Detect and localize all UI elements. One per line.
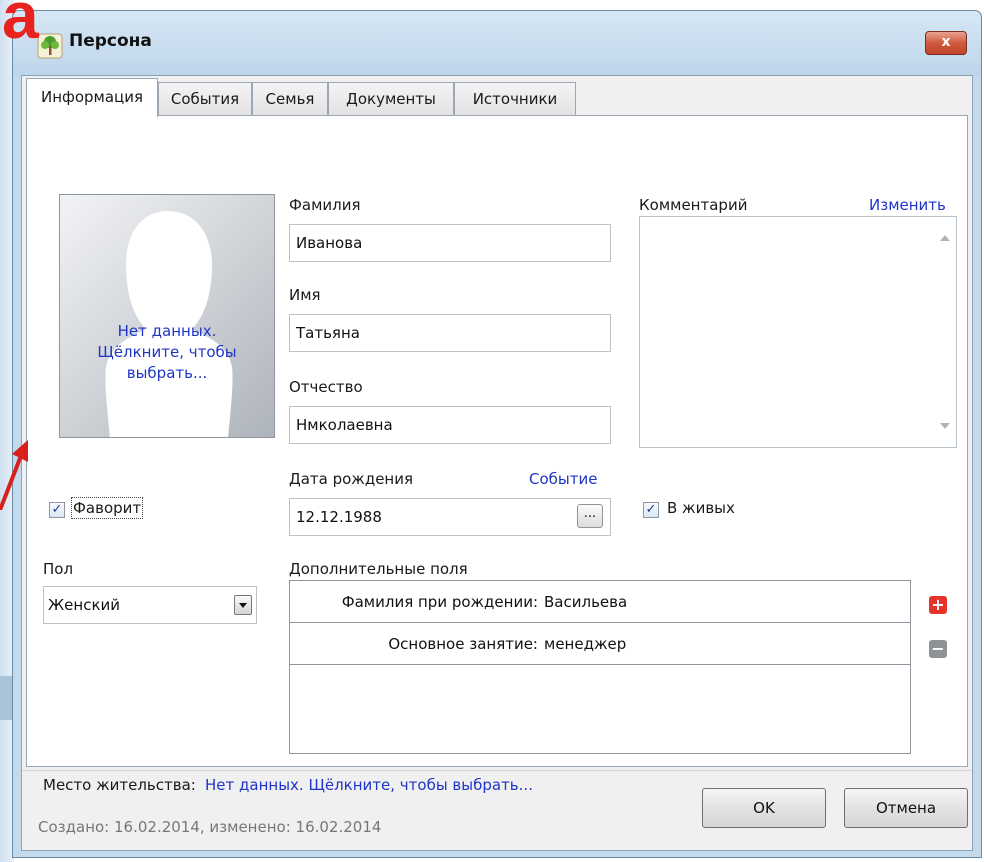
alive-checkbox[interactable]: ✓	[643, 502, 659, 518]
extra-field-value: Васильева	[544, 593, 628, 611]
extra-fields-table: Фамилия при рождении: Васильева Основное…	[289, 580, 911, 754]
table-row[interactable]: Основное занятие: менеджер	[290, 623, 910, 665]
photo-text-line: Щёлкните, чтобы	[97, 343, 237, 361]
extra-field-key: Основное занятие:	[388, 635, 538, 653]
person-silhouette-icon	[105, 211, 233, 437]
alive-label[interactable]: В живых	[667, 499, 735, 517]
window-title: Персона	[69, 31, 152, 51]
tab-documents[interactable]: Документы	[328, 82, 454, 116]
favorite-label[interactable]: Фаворит	[70, 497, 144, 519]
plus-icon[interactable]: +	[929, 596, 947, 614]
gender-label: Пол	[43, 560, 74, 578]
information-panel: Нет данных. Щёлкните, чтобы выбрать... Ф…	[26, 115, 968, 794]
photo-text-line: выбрать...	[126, 364, 208, 382]
first-name-field[interactable]: Татьяна	[289, 314, 611, 352]
ok-button[interactable]: OK	[702, 788, 826, 828]
extra-field-value: менеджер	[544, 635, 627, 653]
scroll-up-icon[interactable]	[940, 235, 950, 241]
footer-divider	[22, 770, 972, 771]
scroll-down-icon[interactable]	[940, 423, 950, 429]
title-bar[interactable]: Персона x	[13, 11, 981, 75]
close-icon: x	[941, 34, 951, 50]
gender-select[interactable]: Женский	[43, 586, 257, 624]
close-button[interactable]: x	[925, 31, 967, 55]
residence-label: Место жительства:	[43, 776, 196, 794]
comment-box[interactable]	[639, 216, 957, 448]
birth-date-field[interactable]: 12.12.1988	[289, 498, 611, 536]
extra-field-key: Фамилия при рождении:	[341, 593, 538, 611]
extra-fields-label: Дополнительные поля	[289, 560, 468, 578]
persona-dialog: Персона x Информация События Семья Докум…	[12, 10, 982, 858]
comment-edit-link[interactable]: Изменить	[869, 196, 946, 214]
cancel-button[interactable]: Отмена	[844, 788, 968, 828]
slide-arrow-icon	[0, 440, 28, 510]
first-name-label: Имя	[289, 286, 321, 304]
slide-corner-letter: а	[2, 0, 39, 52]
photo-placeholder[interactable]: Нет данных. Щёлкните, чтобы выбрать...	[59, 194, 275, 438]
dropdown-arrow-icon[interactable]	[234, 595, 252, 615]
dialog-body: Информация События Семья Документы Источ…	[21, 75, 973, 851]
checkmark-icon: ✓	[51, 502, 63, 517]
patronymic-label: Отчество	[289, 378, 363, 396]
patronymic-field[interactable]: Нмколаевна	[289, 406, 611, 444]
tab-information[interactable]: Информация	[26, 78, 158, 117]
birth-event-link[interactable]: Событие	[529, 470, 597, 488]
tab-events[interactable]: События	[158, 82, 252, 116]
tab-sources[interactable]: Источники	[454, 82, 576, 116]
tree-icon	[37, 33, 63, 59]
surname-label: Фамилия	[289, 196, 361, 214]
tab-family[interactable]: Семья	[252, 82, 328, 116]
photo-text-line: Нет данных.	[117, 322, 217, 340]
birth-date-label: Дата рождения	[289, 470, 413, 488]
created-modified-text: Создано: 16.02.2014, изменено: 16.02.201…	[38, 818, 382, 836]
birth-date-picker-button[interactable]: ...	[577, 504, 603, 528]
minus-icon[interactable]: −	[929, 640, 947, 658]
gender-selected-value: Женский	[48, 596, 120, 614]
checkmark-icon: ✓	[645, 502, 657, 517]
favorite-checkbox[interactable]: ✓	[49, 502, 65, 518]
surname-field[interactable]: Иванова	[289, 224, 611, 262]
photo-placeholder-text: Нет данных. Щёлкните, чтобы выбрать...	[60, 321, 274, 384]
table-row[interactable]: Фамилия при рождении: Васильева	[290, 581, 910, 623]
comment-label: Комментарий	[639, 196, 748, 214]
residence-link[interactable]: Нет данных. Щёлкните, чтобы выбрать...	[205, 776, 533, 794]
